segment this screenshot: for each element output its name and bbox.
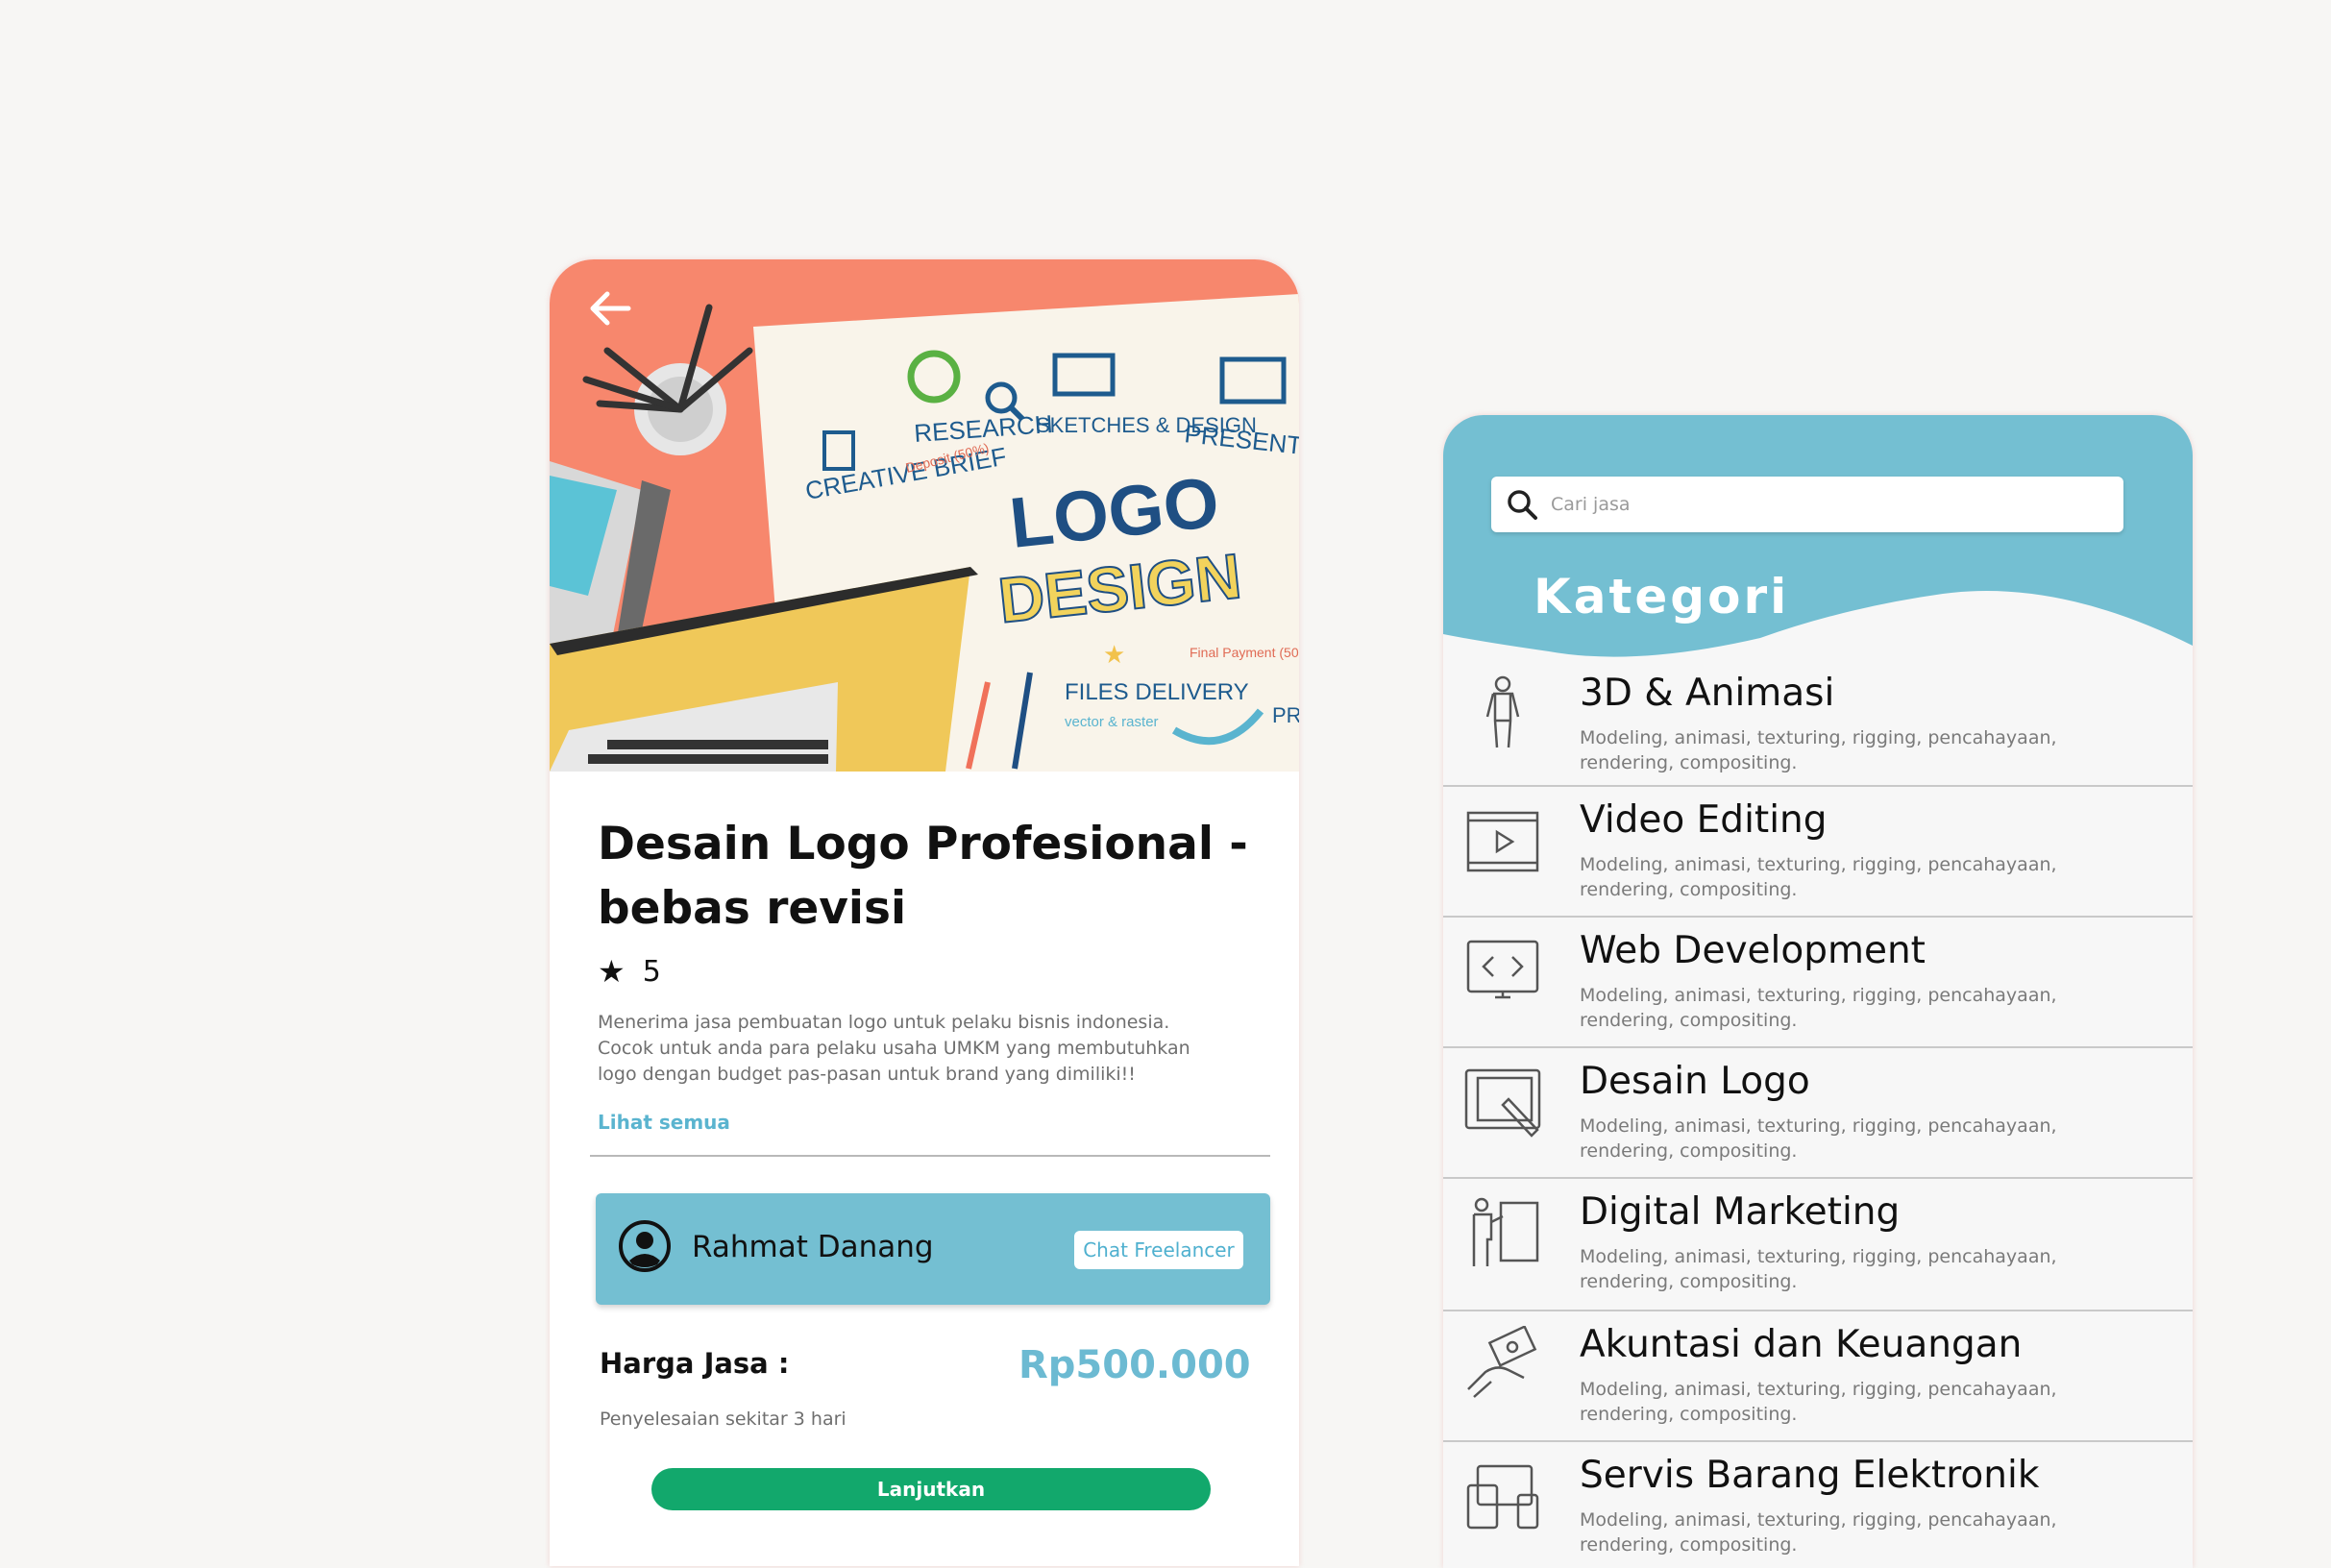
price-value: Rp500.000 [1018, 1343, 1251, 1387]
freelancer-name: Rahmat Danang [692, 1230, 934, 1264]
service-description: Menerima jasa pembuatan logo untuk pelak… [598, 1012, 1190, 1085]
category-item-digital-marketing[interactable]: Digital Marketing Modeling, animasi, tex… [1443, 1179, 2193, 1311]
label-files-delivery: FILES DELIVERY [1065, 679, 1249, 705]
category-name: Akuntasi dan Keuangan [1580, 1323, 2023, 1366]
category-item-video-editing[interactable]: Video Editing Modeling, animasi, texturi… [1443, 787, 2193, 918]
chat-freelancer-button[interactable]: Chat Freelancer [1074, 1231, 1243, 1269]
category-name: Digital Marketing [1580, 1190, 1901, 1234]
category-name: Web Development [1580, 929, 1926, 972]
category-name: Desain Logo [1580, 1060, 1810, 1103]
film-play-icon [1466, 811, 1539, 872]
category-item-logo-design[interactable]: Desain Logo Modeling, animasi, texturing… [1443, 1048, 2193, 1179]
see-all-link[interactable]: Lihat semua [598, 1111, 730, 1134]
label-final-payment: Final Payment (50%) [1190, 645, 1299, 660]
search-bar[interactable] [1491, 477, 2123, 532]
star-doodle: ★ [1103, 641, 1125, 670]
category-list: 3D & Animasi Modeling, animasi, texturin… [1443, 660, 2193, 1568]
service-title: Desain Logo Profesional - bebas revisi [598, 818, 1248, 935]
category-name: Video Editing [1580, 798, 1828, 842]
price-label: Harga Jasa : [600, 1347, 790, 1380]
category-item-web-development[interactable]: Web Development Modeling, animasi, textu… [1443, 918, 2193, 1048]
devices-icon [1466, 1464, 1539, 1530]
category-description: Modeling, animasi, texturing, rigging, p… [1580, 985, 2057, 1031]
category-description: Modeling, animasi, texturing, rigging, p… [1580, 1379, 2057, 1425]
category-name: Servis Barang Elektronik [1580, 1454, 2040, 1497]
arrow-left-icon [590, 291, 631, 326]
hero-image-logo-design: RESEARCH CREATIVE BRIEF SKETCHES & DESIG… [550, 259, 1299, 772]
rating-value: 5 [642, 954, 661, 989]
categories-screen: Kategori 3D & Animasi Modeling, animasi,… [1443, 415, 2193, 1568]
search-input[interactable] [1549, 493, 2091, 516]
label-vector-raster: vector & raster [1065, 714, 1159, 730]
drawing-tablet-icon [1464, 1068, 1541, 1138]
category-description: Modeling, animasi, texturing, rigging, p… [1580, 1115, 2057, 1162]
service-detail-screen: RESEARCH CREATIVE BRIEF SKETCHES & DESIG… [550, 259, 1299, 1566]
completion-time: Penyelesaian sekitar 3 hari [600, 1409, 847, 1430]
presenter-icon [1472, 1197, 1539, 1266]
code-monitor-icon [1466, 940, 1539, 999]
continue-button[interactable]: Lanjutkan [651, 1468, 1211, 1510]
money-hand-icon [1467, 1326, 1537, 1398]
back-button[interactable] [582, 284, 640, 332]
user-avatar-icon [619, 1220, 671, 1272]
category-description: Modeling, animasi, texturing, rigging, p… [1580, 1509, 2057, 1556]
category-item-3d-animation[interactable]: 3D & Animasi Modeling, animasi, texturin… [1443, 660, 2193, 787]
hero-illustration: RESEARCH CREATIVE BRIEF SKETCHES & DESIG… [550, 294, 1299, 772]
category-description: Modeling, animasi, texturing, rigging, p… [1580, 727, 2057, 773]
category-item-accounting[interactable]: Akuntasi dan Keuangan Modeling, animasi,… [1443, 1311, 2193, 1442]
human-figure-icon [1485, 675, 1520, 748]
divider [590, 1155, 1270, 1157]
category-name: 3D & Animasi [1580, 672, 1835, 715]
category-title: Kategori [1534, 569, 1790, 625]
star-icon: ★ [598, 953, 626, 990]
category-description: Modeling, animasi, texturing, rigging, p… [1580, 1246, 2057, 1292]
label-pres: PRES [1272, 703, 1299, 727]
freelancer-card: Rahmat Danang Chat Freelancer [596, 1193, 1270, 1305]
search-icon [1508, 490, 1537, 520]
category-item-electronics-service[interactable]: Servis Barang Elektronik Modeling, anima… [1443, 1442, 2193, 1568]
rating: ★ 5 [598, 953, 661, 990]
header-wave [1443, 415, 2193, 657]
category-description: Modeling, animasi, texturing, rigging, p… [1580, 854, 2057, 900]
